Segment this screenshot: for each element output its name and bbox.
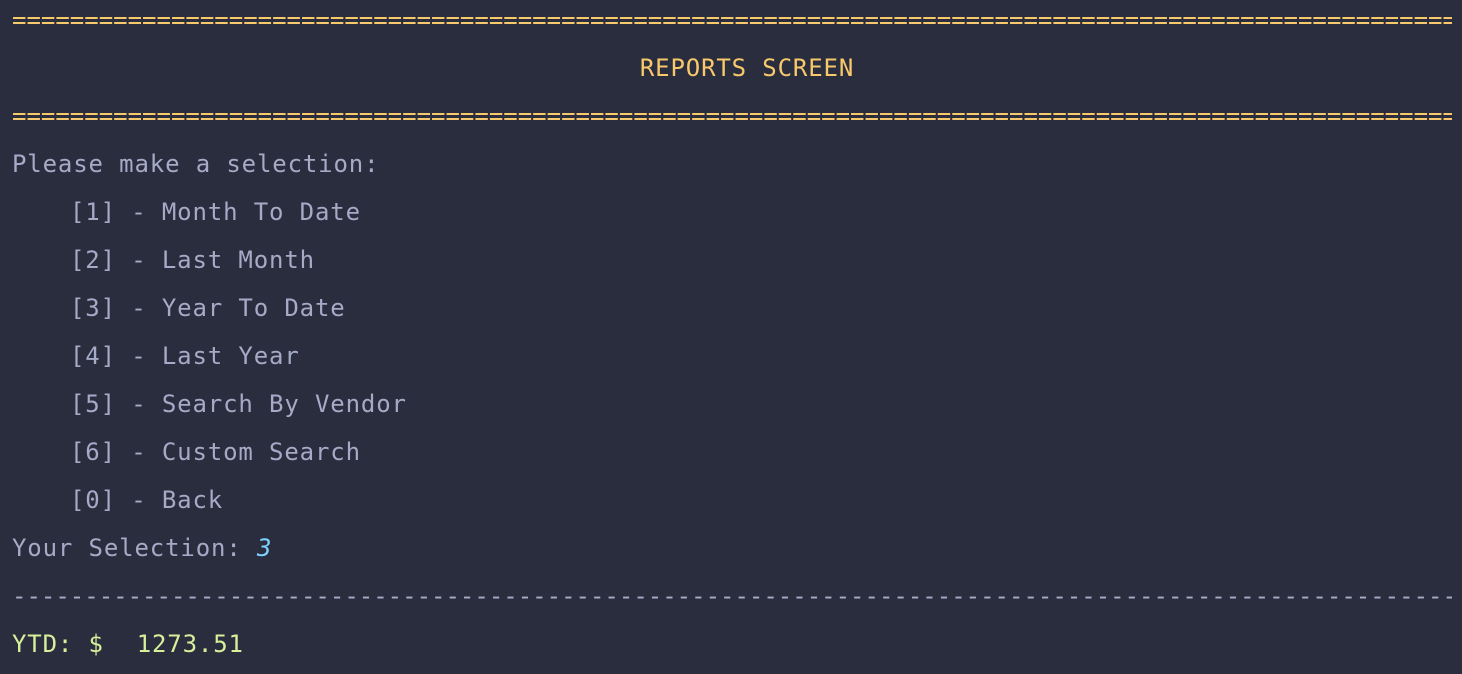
menu-key: [2] <box>70 246 116 274</box>
menu-label: Search By Vendor <box>161 390 407 418</box>
menu-item-search-by-vendor: [5] - Search By Vendor <box>70 390 407 418</box>
menu-item-last-month: [2] - Last Month <box>70 246 315 274</box>
menu-separator: - <box>115 486 162 514</box>
selection-label: Your Selection: <box>12 534 257 562</box>
ytd-result: YTD: $ 1273.51 <box>12 630 244 658</box>
selection-input-value[interactable]: 3 <box>257 534 272 562</box>
terminal-window: ========================================… <box>0 0 1462 674</box>
menu-item-back: [0] - Back <box>70 486 223 514</box>
menu-label: Year To Date <box>161 294 346 322</box>
menu-key: [3] <box>70 294 116 322</box>
result-divider: ----------------------------------------… <box>12 582 1452 610</box>
header-rule-top: ========================================… <box>12 6 1452 34</box>
screen-title: REPORTS SCREEN <box>639 54 855 82</box>
ytd-label: YTD: $ <box>12 630 104 658</box>
menu-key: [0] <box>70 486 116 514</box>
menu-key: [6] <box>70 438 116 466</box>
menu-separator: - <box>115 438 162 466</box>
menu-item-month-to-date: [1] - Month To Date <box>70 198 361 226</box>
selection-prompt: Please make a selection: <box>12 150 380 178</box>
menu-label: Month To Date <box>161 198 361 226</box>
menu-separator: - <box>115 246 162 274</box>
menu-item-year-to-date: [3] - Year To Date <box>70 294 346 322</box>
menu-separator: - <box>115 294 162 322</box>
menu-separator: - <box>115 198 162 226</box>
menu-label: Custom Search <box>161 438 361 466</box>
menu-item-custom-search: [6] - Custom Search <box>70 438 361 466</box>
selection-input-line[interactable]: Your Selection: 3 <box>12 534 272 562</box>
menu-label: Last Year <box>161 342 300 370</box>
menu-key: [5] <box>70 390 116 418</box>
header-rule-bottom: ========================================… <box>12 102 1452 130</box>
menu-key: [1] <box>70 198 116 226</box>
menu-separator: - <box>115 342 162 370</box>
menu-separator: - <box>115 390 162 418</box>
menu-item-last-year: [4] - Last Year <box>70 342 300 370</box>
menu-label: Last Month <box>161 246 315 274</box>
menu-label: Back <box>161 486 224 514</box>
ytd-amount: 1273.51 <box>136 630 244 658</box>
menu-key: [4] <box>70 342 116 370</box>
